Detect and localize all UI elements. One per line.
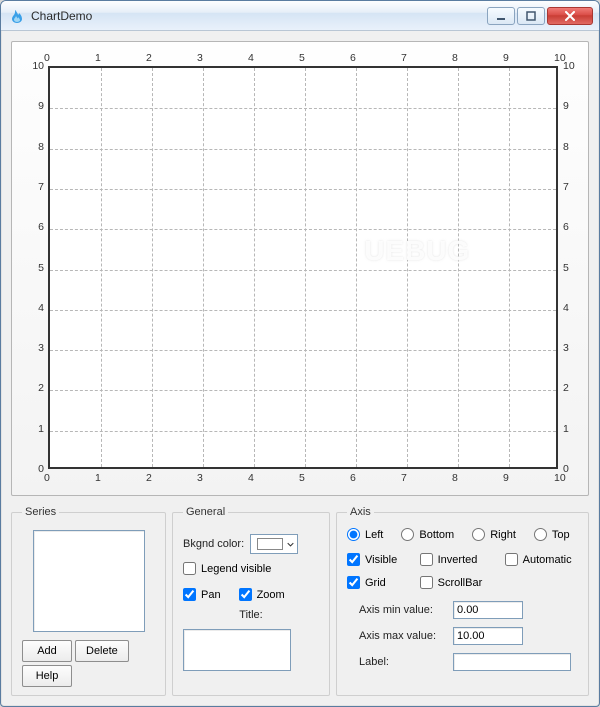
add-button[interactable]: Add bbox=[22, 640, 72, 662]
group-general-legend: General bbox=[183, 506, 228, 518]
axis-top-radio[interactable]: Top bbox=[534, 528, 570, 541]
axis-left-radio[interactable]: Left bbox=[347, 528, 383, 541]
axis-label-input[interactable] bbox=[453, 653, 571, 671]
axis-grid-checkbox[interactable]: Grid bbox=[347, 576, 400, 589]
delete-button[interactable]: Delete bbox=[75, 640, 129, 662]
pan-input[interactable] bbox=[183, 588, 196, 601]
window: ChartDemo 001122334455667788991010001122… bbox=[0, 0, 600, 707]
pan-checkbox[interactable]: Pan bbox=[183, 588, 221, 601]
legend-visible-input[interactable] bbox=[183, 562, 196, 575]
axis-min-input[interactable] bbox=[453, 601, 523, 619]
axis-bottom-radio[interactable]: Bottom bbox=[401, 528, 454, 541]
close-button[interactable] bbox=[547, 7, 593, 25]
app-icon bbox=[9, 8, 25, 24]
axis-min-label: Axis min value: bbox=[359, 604, 443, 616]
group-axis: Axis Left Bottom Right Top Visible Inver… bbox=[336, 506, 589, 696]
titlebar[interactable]: ChartDemo bbox=[1, 1, 599, 31]
axis-max-label: Axis max value: bbox=[359, 630, 443, 642]
axis-scrollbar-checkbox[interactable]: ScrollBar bbox=[420, 576, 485, 589]
axis-automatic-checkbox[interactable]: Automatic bbox=[505, 553, 574, 566]
title-label: Title: bbox=[239, 609, 262, 621]
group-general: General Bkgnd color: Legend visible Pan bbox=[172, 506, 330, 696]
axis-right-radio[interactable]: Right bbox=[472, 528, 516, 541]
help-button[interactable]: Help bbox=[22, 665, 72, 687]
maximize-button[interactable] bbox=[517, 7, 545, 25]
chevron-down-icon bbox=[287, 541, 294, 548]
bkgnd-color-swatch bbox=[257, 538, 283, 550]
zoom-input[interactable] bbox=[239, 588, 252, 601]
window-title: ChartDemo bbox=[31, 9, 92, 23]
group-series: Series Add Delete Help bbox=[11, 506, 166, 696]
minimize-button[interactable] bbox=[487, 7, 515, 25]
group-axis-legend: Axis bbox=[347, 506, 374, 518]
title-input[interactable] bbox=[183, 629, 291, 671]
zoom-checkbox[interactable]: Zoom bbox=[239, 588, 285, 601]
group-series-legend: Series bbox=[22, 506, 59, 518]
bkgnd-color-combo[interactable] bbox=[250, 534, 298, 554]
axis-max-input[interactable] bbox=[453, 627, 523, 645]
chart-panel: 0011223344556677889910100011223344556677… bbox=[11, 41, 589, 496]
series-listbox[interactable] bbox=[33, 530, 145, 632]
legend-visible-checkbox[interactable]: Legend visible bbox=[183, 562, 271, 575]
axis-label-label: Label: bbox=[359, 656, 443, 668]
chart-area[interactable]: 0011223344556677889910100011223344556677… bbox=[20, 50, 580, 487]
axis-inverted-checkbox[interactable]: Inverted bbox=[420, 553, 485, 566]
bkgnd-color-label: Bkgnd color: bbox=[183, 538, 244, 550]
axis-visible-checkbox[interactable]: Visible bbox=[347, 553, 400, 566]
